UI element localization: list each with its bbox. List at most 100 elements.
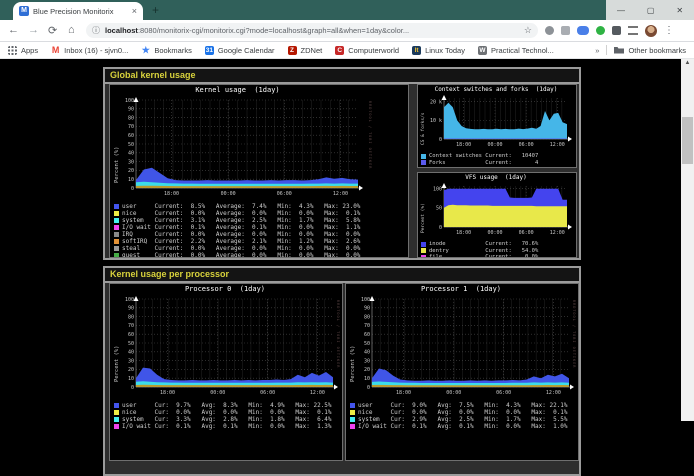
legend-swatch bbox=[114, 225, 119, 230]
legend-swatch bbox=[114, 424, 119, 429]
legend-text: nice Current: 0.0% Average: 0.0% Min: 0.… bbox=[122, 210, 360, 217]
new-tab-button[interactable]: + bbox=[152, 3, 159, 17]
graph-context-switches[interactable]: Context switches and forks (1day) CS & f… bbox=[417, 84, 577, 168]
scrollbar-thumb[interactable] bbox=[682, 117, 693, 164]
star-icon: ★ bbox=[141, 46, 150, 55]
legend-text: system Current: 3.1% Average: 2.5% Min: … bbox=[122, 217, 360, 224]
legend-row-guest: guest Current: 0.0% Average: 0.0% Min: 0… bbox=[114, 252, 360, 258]
minimize-button[interactable]: — bbox=[617, 6, 625, 15]
scrollbar-up-arrow-icon[interactable]: ▲ bbox=[681, 60, 694, 66]
legend-row-nice: nice Cur: 0.0% Avg: 0.0% Min: 0.0% Max: … bbox=[114, 409, 332, 416]
page-scrollbar[interactable]: ▲ bbox=[681, 59, 694, 421]
bookmark-gmail[interactable]: MInbox (16) - sjvn0... bbox=[51, 46, 128, 55]
other-bookmarks-button[interactable]: Other bookmarks bbox=[628, 46, 686, 55]
svg-text:10: 10 bbox=[364, 376, 370, 382]
bookmark-computerworld[interactable]: CComputerworld bbox=[335, 46, 399, 55]
window-controls: — ▢ ✕ bbox=[606, 0, 694, 20]
legend-row-system: system Current: 3.1% Average: 2.5% Min: … bbox=[114, 217, 360, 224]
legend-text: I/O wait Cur: 0.1% Avg: 0.1% Min: 0.0% M… bbox=[122, 423, 332, 430]
processor-0-plot: 010203040506070809010018:0000:0006:0012:… bbox=[110, 294, 340, 399]
ext-icon-4[interactable] bbox=[596, 26, 605, 35]
ext-icon-6[interactable] bbox=[628, 26, 638, 35]
maximize-button[interactable]: ▢ bbox=[647, 6, 655, 15]
svg-text:18:00: 18:00 bbox=[396, 390, 411, 396]
svg-text:20: 20 bbox=[364, 367, 370, 373]
bookmark-calendar[interactable]: 31Google Calendar bbox=[205, 46, 275, 55]
bookmark-star[interactable]: ★ Bookmarks bbox=[141, 46, 192, 55]
profile-avatar[interactable] bbox=[645, 25, 657, 37]
tab-close-icon[interactable]: × bbox=[132, 6, 137, 16]
address-bar[interactable]: ⓘ localhost:8080/monitorix-cgi/monitorix… bbox=[86, 23, 538, 38]
page-info-icon[interactable]: ⓘ bbox=[92, 25, 100, 36]
graph-processor-1[interactable]: Processor 1 (1day) Percent (%) 010203040… bbox=[345, 283, 579, 461]
legend-text: guest Current: 0.0% Average: 0.0% Min: 0… bbox=[122, 252, 360, 258]
rrdtool-watermark: RRDTOOL / TOBI OETIKER bbox=[368, 101, 372, 169]
svg-text:10 k: 10 k bbox=[430, 118, 442, 124]
legend-text: dentry Current: 54.0% bbox=[429, 248, 538, 254]
legend-text: Context switches Current: 10407 bbox=[429, 153, 538, 159]
svg-text:100: 100 bbox=[361, 297, 370, 303]
bookmark-linuxtoday[interactable]: ltLinux Today bbox=[412, 46, 465, 55]
tab-title: Blue Precision Monitorix bbox=[33, 7, 129, 16]
context-switches-plot: 010 k20 k18:0000:0006:0012:00 bbox=[418, 93, 574, 151]
svg-text:12:00: 12:00 bbox=[546, 390, 561, 396]
svg-text:18:00: 18:00 bbox=[456, 230, 471, 236]
close-button[interactable]: ✕ bbox=[676, 6, 683, 15]
svg-text:12:00: 12:00 bbox=[310, 390, 325, 396]
bookmark-star-icon[interactable]: ☆ bbox=[524, 25, 532, 36]
svg-text:60: 60 bbox=[364, 332, 370, 338]
legend-row-forks: Forks Current: 4 bbox=[421, 160, 538, 167]
ext-icon-5[interactable] bbox=[612, 26, 621, 35]
svg-text:00:00: 00:00 bbox=[488, 142, 503, 148]
svg-text:30: 30 bbox=[364, 358, 370, 364]
chart-title: Context switches and forks (1day) bbox=[418, 86, 574, 93]
window-titlebar: M Blue Precision Monitorix × + — ▢ ✕ bbox=[0, 0, 694, 20]
bookmark-wordpress[interactable]: WPractical Technol... bbox=[478, 46, 554, 55]
svg-text:12:00: 12:00 bbox=[550, 142, 565, 148]
graph-kernel-usage[interactable]: Kernel usage (1day) Percent (%) 01020304… bbox=[109, 84, 409, 258]
back-icon[interactable]: ← bbox=[8, 24, 19, 36]
legend-row-nice: nice Current: 0.0% Average: 0.0% Min: 0.… bbox=[114, 210, 360, 217]
gmail-icon: M bbox=[51, 46, 60, 55]
ext-icon-1[interactable] bbox=[545, 26, 554, 35]
svg-text:10: 10 bbox=[128, 376, 134, 382]
extensions-row: ⋮ bbox=[545, 23, 674, 38]
url-path: :8080/monitorix-cgi/monitorix.cgi?mode=l… bbox=[138, 26, 409, 35]
graph-processor-0[interactable]: Processor 0 (1day) Percent (%) 010203040… bbox=[109, 283, 343, 461]
bookmark-label: Linux Today bbox=[425, 46, 465, 55]
bookmark-label: Bookmarks bbox=[154, 46, 192, 55]
svg-text:80: 80 bbox=[128, 314, 134, 320]
svg-text:50: 50 bbox=[128, 341, 134, 347]
bookmarks-overflow-icon[interactable]: » bbox=[595, 46, 599, 55]
svg-text:50: 50 bbox=[128, 142, 134, 148]
legend-row-user: user Current: 8.5% Average: 7.4% Min: 4.… bbox=[114, 203, 360, 210]
graph-vfs-usage[interactable]: VFS usage (1day) Percent (%) 05010018:00… bbox=[417, 172, 577, 258]
svg-text:18:00: 18:00 bbox=[160, 390, 175, 396]
legend-swatch bbox=[114, 246, 119, 251]
bookmark-zdnet[interactable]: ZZDNet bbox=[288, 46, 323, 55]
home-icon[interactable]: ⌂ bbox=[68, 24, 75, 36]
ext-icon-2[interactable] bbox=[561, 26, 570, 35]
svg-text:00:00: 00:00 bbox=[446, 390, 461, 396]
reload-icon[interactable]: ⟳ bbox=[48, 24, 57, 37]
browser-tab[interactable]: M Blue Precision Monitorix × bbox=[13, 2, 143, 20]
apps-shortcut[interactable]: Apps bbox=[8, 46, 38, 55]
legend-swatch bbox=[350, 417, 355, 422]
legend-text: Forks Current: 4 bbox=[429, 160, 538, 166]
legend-text: steal Current: 0.0% Average: 0.0% Min: 0… bbox=[122, 245, 360, 252]
browser-menu-icon[interactable]: ⋮ bbox=[664, 25, 674, 36]
processor-1-legend: user Cur: 9.0% Avg: 7.5% Min: 4.3% Max: … bbox=[350, 402, 568, 430]
svg-text:0: 0 bbox=[131, 186, 134, 192]
legend-swatch bbox=[350, 410, 355, 415]
ext-icon-3[interactable] bbox=[577, 26, 589, 35]
svg-text:50: 50 bbox=[436, 206, 442, 212]
browser-toolbar: ← → ⟳ ⌂ ⓘ localhost:8080/monitorix-cgi/m… bbox=[0, 20, 694, 42]
legend-swatch bbox=[114, 410, 119, 415]
legend-swatch bbox=[114, 403, 119, 408]
apps-label: Apps bbox=[21, 46, 38, 55]
bookmarks-separator bbox=[606, 45, 607, 55]
svg-text:10: 10 bbox=[128, 177, 134, 183]
svg-text:06:00: 06:00 bbox=[519, 230, 534, 236]
forward-icon[interactable]: → bbox=[28, 24, 39, 36]
svg-text:70: 70 bbox=[128, 323, 134, 329]
